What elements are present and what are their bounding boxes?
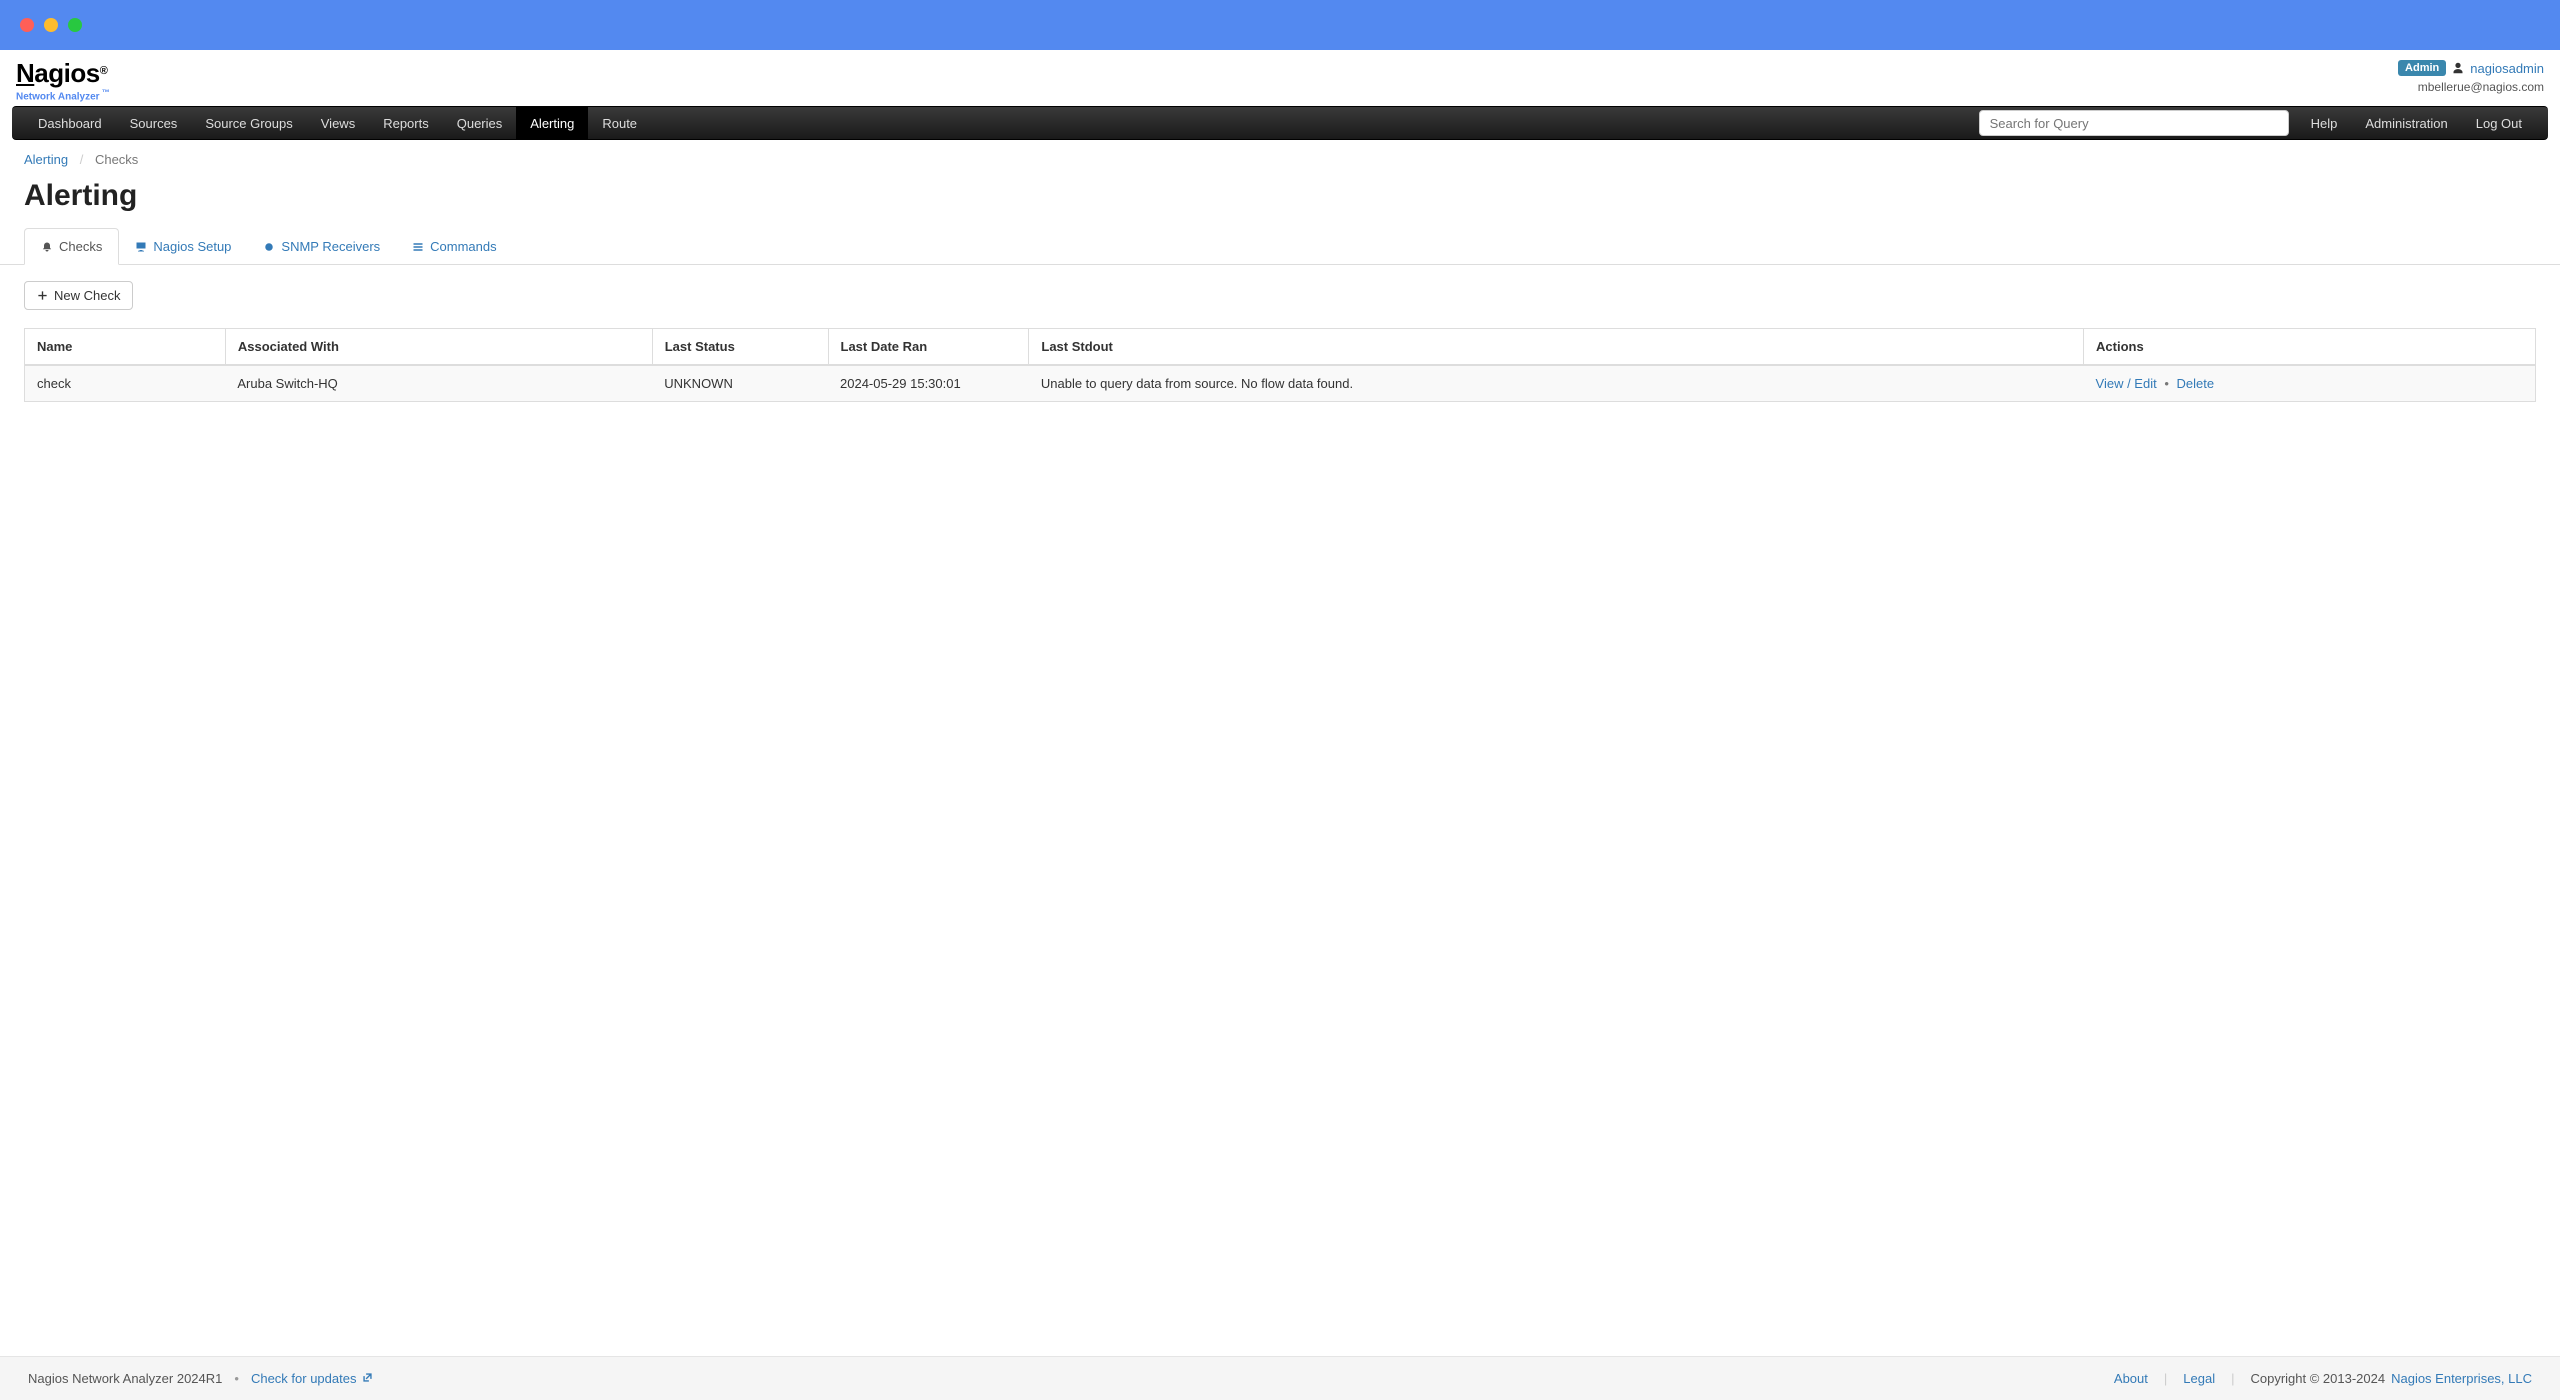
tab-snmp-receivers-label: SNMP Receivers xyxy=(281,239,380,254)
page-title: Alerting xyxy=(0,175,2560,227)
th-actions: Actions xyxy=(2084,329,2536,366)
breadcrumb-checks: Checks xyxy=(95,152,138,167)
username-link[interactable]: nagiosadmin xyxy=(2470,61,2544,76)
footer-about[interactable]: About xyxy=(2114,1371,2148,1386)
cell-associated-with: Aruba Switch-HQ xyxy=(225,365,652,402)
footer: Nagios Network Analyzer 2024R1 • Check f… xyxy=(0,1356,2560,1400)
content-area: New Check Name Associated With Last Stat… xyxy=(0,265,2560,1356)
th-last-status: Last Status xyxy=(652,329,828,366)
logo-main: Nagios® xyxy=(16,60,110,86)
app-header: Nagios® Network Analyzer ™ Admin nagiosa… xyxy=(0,50,2560,106)
check-updates-link[interactable]: Check for updates xyxy=(251,1371,373,1386)
footer-legal[interactable]: Legal xyxy=(2183,1371,2215,1386)
delete-link[interactable]: Delete xyxy=(2177,376,2215,391)
nav-help[interactable]: Help xyxy=(2297,107,2352,139)
footer-product: Nagios Network Analyzer 2024R1 xyxy=(28,1371,222,1386)
footer-sep-1: | xyxy=(2164,1371,2167,1386)
tab-nagios-setup[interactable]: Nagios Setup xyxy=(119,228,247,265)
nav-source-groups[interactable]: Source Groups xyxy=(191,107,306,139)
nav-views[interactable]: Views xyxy=(307,107,369,139)
nav-sources[interactable]: Sources xyxy=(116,107,192,139)
th-associated-with: Associated With xyxy=(225,329,652,366)
close-window-button[interactable] xyxy=(20,18,34,32)
maximize-window-button[interactable] xyxy=(68,18,82,32)
th-last-date-ran: Last Date Ran xyxy=(828,329,1029,366)
nav-dashboard[interactable]: Dashboard xyxy=(24,107,116,139)
user-icon xyxy=(2452,62,2464,74)
cell-last-date-ran: 2024-05-29 15:30:01 xyxy=(828,365,1029,402)
checks-table: Name Associated With Last Status Last Da… xyxy=(24,328,2536,402)
nav-route[interactable]: Route xyxy=(588,107,651,139)
tab-checks[interactable]: Checks xyxy=(24,228,119,265)
tab-bar: Checks Nagios Setup SNMP Receivers Comma… xyxy=(0,227,2560,265)
list-icon xyxy=(412,241,424,253)
breadcrumb: Alerting / Checks xyxy=(0,140,2560,175)
window-title-bar xyxy=(0,0,2560,50)
breadcrumb-separator: / xyxy=(80,152,84,167)
action-separator: • xyxy=(2164,376,2169,391)
nav-administration[interactable]: Administration xyxy=(2351,107,2461,139)
cell-last-stdout: Unable to query data from source. No flo… xyxy=(1029,365,2084,402)
footer-sep-2: | xyxy=(2231,1371,2234,1386)
cell-name: check xyxy=(25,365,226,402)
table-row: check Aruba Switch-HQ UNKNOWN 2024-05-29… xyxy=(25,365,2536,402)
user-email: mbellerue@nagios.com xyxy=(2398,80,2544,94)
tab-checks-label: Checks xyxy=(59,239,102,254)
cell-actions: View / Edit • Delete xyxy=(2084,365,2536,402)
new-check-label: New Check xyxy=(54,288,120,303)
footer-company[interactable]: Nagios Enterprises, LLC xyxy=(2391,1371,2532,1386)
view-edit-link[interactable]: View / Edit xyxy=(2096,376,2157,391)
logo[interactable]: Nagios® Network Analyzer ™ xyxy=(16,60,110,102)
bell-icon xyxy=(41,241,53,253)
external-link-icon xyxy=(362,1372,373,1383)
plus-icon xyxy=(37,290,48,301)
desktop-icon xyxy=(135,241,147,253)
circle-icon xyxy=(263,241,275,253)
breadcrumb-alerting[interactable]: Alerting xyxy=(24,152,68,167)
main-nav: Dashboard Sources Source Groups Views Re… xyxy=(12,106,2548,140)
nav-reports[interactable]: Reports xyxy=(369,107,443,139)
th-name: Name xyxy=(25,329,226,366)
tab-commands[interactable]: Commands xyxy=(396,228,512,265)
search-input[interactable] xyxy=(1979,110,2289,136)
footer-copyright: Copyright © 2013-2024 xyxy=(2250,1371,2385,1386)
minimize-window-button[interactable] xyxy=(44,18,58,32)
nav-queries[interactable]: Queries xyxy=(443,107,517,139)
nav-search xyxy=(1979,110,2289,136)
th-last-stdout: Last Stdout xyxy=(1029,329,2084,366)
nav-logout[interactable]: Log Out xyxy=(2462,107,2536,139)
footer-dot: • xyxy=(234,1371,239,1386)
nav-alerting[interactable]: Alerting xyxy=(516,107,588,139)
logo-subtitle: Network Analyzer ™ xyxy=(16,88,110,102)
cell-last-status: UNKNOWN xyxy=(652,365,828,402)
tab-snmp-receivers[interactable]: SNMP Receivers xyxy=(247,228,396,265)
new-check-button[interactable]: New Check xyxy=(24,281,133,310)
tab-nagios-setup-label: Nagios Setup xyxy=(153,239,231,254)
tab-commands-label: Commands xyxy=(430,239,496,254)
admin-badge: Admin xyxy=(2398,60,2446,76)
